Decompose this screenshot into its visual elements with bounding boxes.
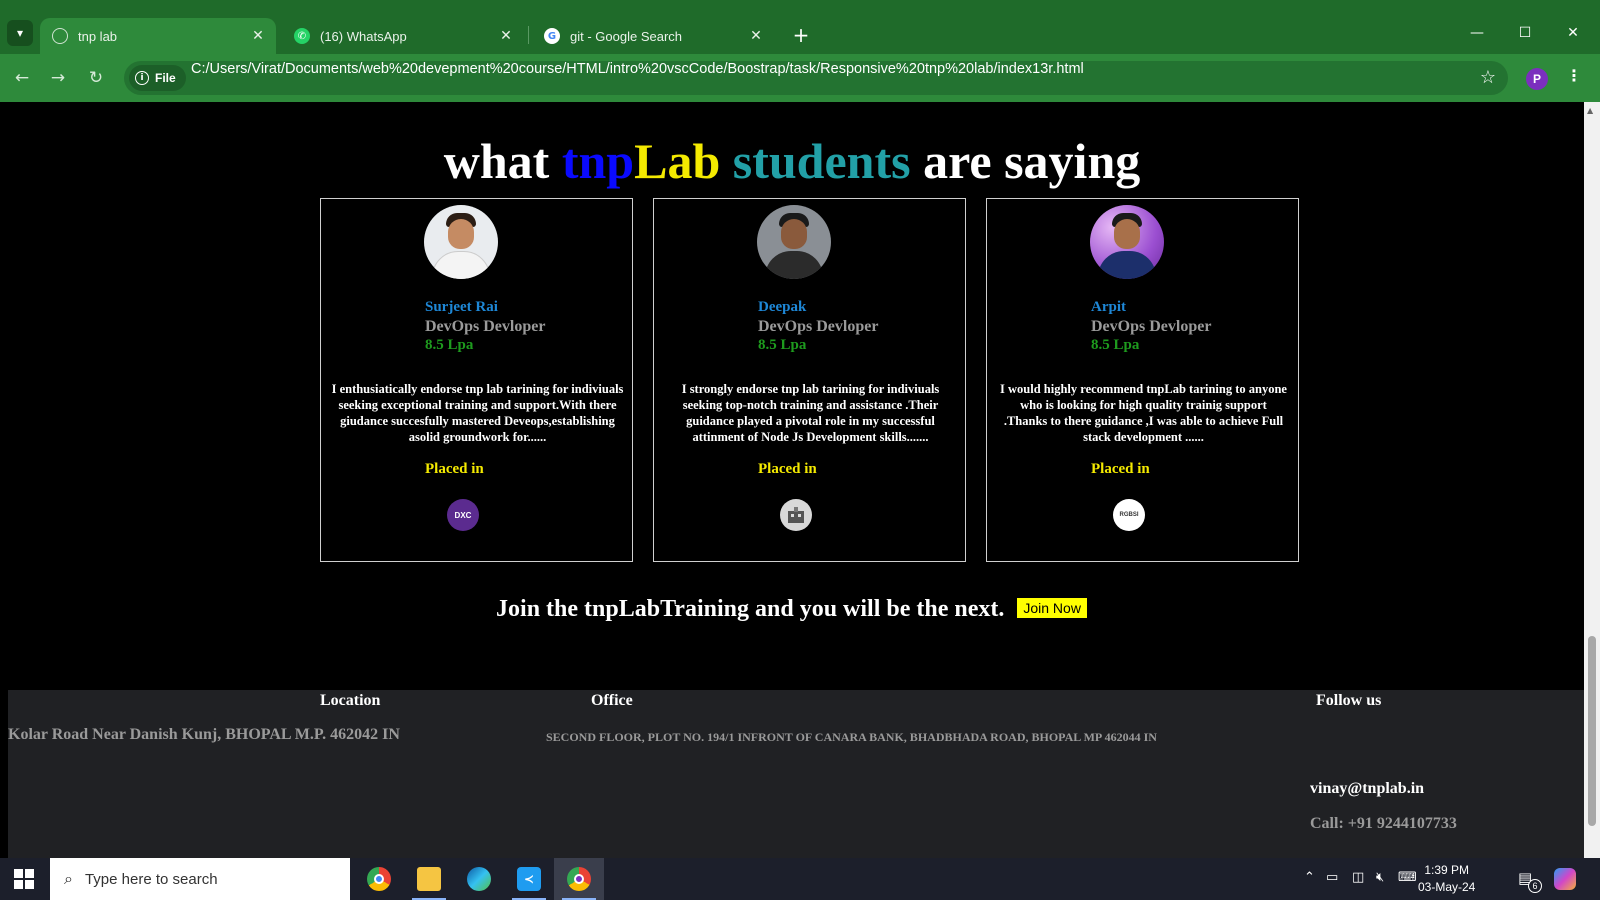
tab-whatsapp[interactable]: ✆ (16) WhatsApp ✕: [282, 18, 524, 54]
vscode-icon: ≺: [517, 867, 541, 891]
window-close-icon[interactable]: ✕: [1550, 18, 1596, 48]
google-icon: G: [544, 28, 560, 44]
site-footer: Location Office Follow us Kolar Road Nea…: [8, 690, 1584, 858]
site-info-chip[interactable]: i File: [129, 65, 186, 91]
office-heading: Office: [591, 692, 633, 709]
student-package: 8.5 Lpa: [758, 337, 807, 353]
avatar: [424, 205, 498, 279]
taskbar-search-box[interactable]: ⌕ Type here to search: [50, 858, 350, 900]
web-page: what tnpLab students are saying Surjeet …: [0, 102, 1584, 858]
network-icon[interactable]: ◫: [1352, 870, 1364, 885]
edge-icon: [467, 867, 491, 891]
placed-in-label: Placed in: [1091, 461, 1150, 477]
testimonial-card: Surjeet Rai DevOps Devloper 8.5 Lpa I en…: [320, 198, 633, 562]
taskbar-chrome-profile[interactable]: [554, 858, 604, 900]
address-bar[interactable]: i File C:/Users/Virat/Documents/web%20de…: [124, 61, 1508, 95]
testimonial-quote: I would highly recommend tnpLab tarining…: [1000, 382, 1287, 444]
volume-muted-icon[interactable]: 🔇︎: [1376, 870, 1384, 885]
copilot-icon[interactable]: [1554, 868, 1576, 890]
company-logo: RGBSI: [1113, 499, 1145, 531]
testimonial-card: Arpit DevOps Devloper 8.5 Lpa I would hi…: [986, 198, 1299, 562]
folder-icon: [417, 867, 441, 891]
browser-menu-icon[interactable]: ⋮: [1566, 66, 1582, 85]
page-scrollbar[interactable]: ▲: [1584, 102, 1600, 858]
taskbar-clock[interactable]: 1:39 PM 03-May-24: [1418, 862, 1475, 896]
tab-tnp-lab[interactable]: tnp lab ✕: [40, 18, 276, 54]
tab-divider: [528, 26, 529, 44]
keyboard-icon[interactable]: ⌨: [1398, 870, 1417, 885]
testimonial-quote: I strongly endorse tnp lab tarining for …: [681, 382, 940, 444]
student-package: 8.5 Lpa: [425, 337, 474, 353]
student-package: 8.5 Lpa: [1091, 337, 1140, 353]
office-address: SECOND FLOOR, PLOT NO. 194/1 INFRONT OF …: [546, 730, 1157, 744]
follow-us-heading: Follow us: [1316, 692, 1382, 709]
bookmark-star-icon[interactable]: ☆: [1480, 67, 1496, 88]
testimonials-heading: what tnpLab students are saying: [443, 133, 1141, 189]
chrome-profile-icon: [567, 867, 591, 891]
scrollbar-thumb[interactable]: [1588, 636, 1596, 826]
scroll-up-arrow-icon[interactable]: ▲: [1587, 106, 1593, 115]
taskbar-vscode[interactable]: ≺: [504, 858, 554, 900]
student-name: Arpit: [1091, 299, 1126, 315]
contact-phone: Call: +91 9244107733: [1310, 815, 1457, 832]
maximize-icon[interactable]: ☐: [1502, 18, 1548, 48]
minimize-icon[interactable]: —: [1454, 18, 1500, 48]
join-cta: Join the tnpLabTraining and you will be …: [0, 596, 1584, 623]
back-arrow-icon[interactable]: ←: [8, 64, 36, 92]
new-tab-plus-icon[interactable]: +: [788, 22, 814, 48]
student-role: DevOps Devloper: [1091, 318, 1212, 335]
company-logo: DXC: [447, 499, 479, 531]
forward-arrow-icon[interactable]: →: [44, 64, 72, 92]
cta-text: Join the tnpLabTraining and you will be …: [496, 596, 1005, 622]
location-address: Kolar Road Near Danish Kunj, BHOPAL M.P.…: [8, 726, 400, 743]
taskbar-file-explorer[interactable]: [404, 858, 454, 900]
tab-search-chevron-icon[interactable]: ▾: [7, 20, 33, 46]
notification-center-icon[interactable]: ▤ 6: [1518, 869, 1542, 893]
profile-avatar[interactable]: P: [1526, 68, 1548, 90]
battery-icon[interactable]: ▭: [1326, 870, 1338, 885]
student-role: DevOps Devloper: [758, 318, 879, 335]
show-hidden-icons-chevron-icon[interactable]: ⌃: [1304, 870, 1315, 885]
testimonial-quote: I enthusiatically endorse tnp lab tarini…: [331, 382, 624, 444]
contact-email[interactable]: vinay@tnplab.in: [1310, 780, 1424, 798]
taskbar-chrome[interactable]: [354, 858, 404, 900]
placed-in-label: Placed in: [758, 461, 817, 477]
windows-taskbar: ⌕ Type here to search ≺ ⌃ ▭ ◫ 🔇︎ ⌨ 1:39 …: [0, 858, 1600, 900]
testimonial-card: Deepak DevOps Devloper 8.5 Lpa I strongl…: [653, 198, 966, 562]
clock-time: 1:39 PM: [1424, 863, 1470, 877]
student-role: DevOps Devloper: [425, 318, 546, 335]
search-icon: ⌕: [64, 869, 73, 888]
close-tab-icon[interactable]: ✕: [494, 28, 518, 44]
avatar: [757, 205, 831, 279]
whatsapp-icon: ✆: [294, 28, 310, 44]
join-now-button[interactable]: Join Now: [1016, 597, 1088, 620]
taskbar-edge[interactable]: [454, 858, 504, 900]
reload-icon[interactable]: ↻: [82, 64, 110, 92]
windows-start-icon[interactable]: [14, 869, 34, 889]
browser-toolbar: ← → ↻ i File C:/Users/Virat/Documents/we…: [0, 54, 1600, 102]
info-icon: i: [135, 71, 149, 85]
student-name: Deepak: [758, 299, 807, 315]
notification-count-badge: 6: [1528, 879, 1542, 893]
company-logo: [780, 499, 812, 531]
tab-google-search[interactable]: G git - Google Search ✕: [532, 18, 774, 54]
company-building-icon: [788, 507, 804, 523]
close-tab-icon[interactable]: ✕: [744, 28, 768, 44]
student-name: Surjeet Rai: [425, 299, 498, 315]
browser-tab-strip: ▾ tnp lab ✕ ✆ (16) WhatsApp ✕ G git - Go…: [0, 0, 1600, 54]
close-tab-icon[interactable]: ✕: [246, 28, 270, 44]
location-heading: Location: [320, 692, 381, 709]
avatar: [1090, 205, 1164, 279]
globe-icon: [52, 28, 68, 44]
clock-date: 03-May-24: [1418, 880, 1476, 894]
placed-in-label: Placed in: [425, 461, 484, 477]
chrome-icon: [367, 867, 391, 891]
url-text[interactable]: C:/Users/Virat/Documents/web%20devepment…: [191, 61, 1084, 95]
